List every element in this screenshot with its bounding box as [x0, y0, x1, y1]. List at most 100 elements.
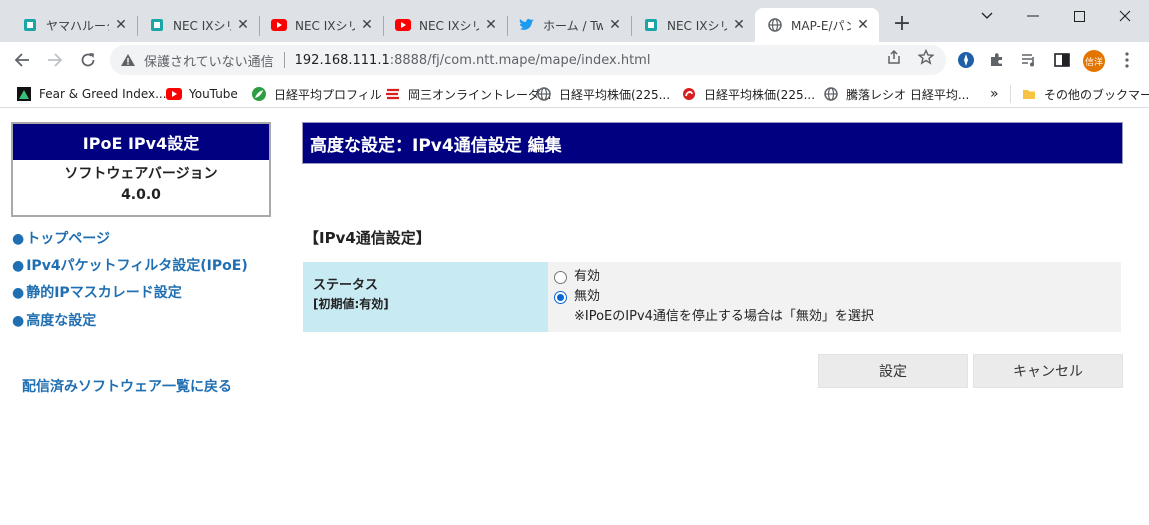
version-info: ソフトウェアバージョン 4.0.0 [13, 160, 269, 206]
bookmark-label: 日経平均プロフィル [274, 87, 382, 102]
maximize-button[interactable] [1056, 4, 1102, 28]
radio-option-disabled[interactable]: 無効 [554, 287, 1121, 307]
sidebar-item-advanced[interactable]: ● 高度な設定 [12, 310, 96, 330]
forward-arrow-icon[interactable] [43, 48, 67, 72]
divider [283, 52, 285, 68]
browser-tab[interactable]: ヤマハルーター ✕ [10, 8, 137, 42]
puzzle-icon[interactable] [987, 50, 1007, 70]
help-note: ※IPoEのIPv4通信を停止する場合は「無効」を選択 [574, 309, 874, 324]
sidebar-item-packet-filter[interactable]: ● IPv4パケットフィルタ設定(IPoE) [12, 255, 248, 275]
page-title: 高度な設定：IPv4通信設定 編集 [302, 122, 1123, 164]
bookmark-item[interactable]: YouTube [166, 85, 238, 103]
sidebar-title: IPoE IPv4設定 [13, 124, 269, 160]
tab-title: MAP-E/パン [791, 18, 851, 33]
bookmark-item[interactable]: Fear & Greed Index... [16, 85, 167, 103]
close-icon[interactable]: ✕ [359, 17, 375, 33]
sidebar-item-static-masquerade[interactable]: ● 静的IPマスカレード設定 [12, 282, 182, 302]
radio-button-checked[interactable] [554, 290, 567, 304]
radio-label: 無効 [574, 289, 601, 304]
tab-strip: ヤマハルーター ✕ NEC IXシリー ✕ NEC IXシリー ✕ NEC IX… [0, 0, 1149, 42]
page-icon [643, 17, 659, 33]
bookmark-item[interactable]: 岡三オンライントレーダ... [385, 85, 551, 103]
star-icon[interactable] [917, 48, 935, 66]
avatar[interactable]: 信洋 [1083, 50, 1105, 72]
url-text[interactable]: 192.168.111.1:8888/fj/com.ntt.mape/mape/… [295, 53, 651, 68]
bookmark-label: 日経平均株価(225... [559, 87, 671, 102]
address-bar[interactable]: 保護されていない通信 192.168.111.1:8888/fj/com.ntt… [110, 45, 946, 75]
back-arrow-icon[interactable] [10, 48, 34, 72]
bookmark-item[interactable]: 日経平均プロフィル [251, 85, 382, 103]
sidebar-item-label: 静的IPマスカレード設定 [26, 285, 182, 301]
side-panel-icon[interactable] [1052, 50, 1072, 70]
tab-title: NEC IXシリー [419, 18, 479, 33]
tab-title: NEC IXシリー [173, 18, 231, 33]
bookmark-item[interactable]: 日経平均株価(225... [681, 85, 815, 103]
browser-tab[interactable]: NEC IXシリー ✕ [631, 8, 755, 42]
browser-tab[interactable]: ホーム / Twit ✕ [507, 8, 631, 42]
kebab-menu-icon[interactable] [1117, 50, 1137, 70]
warning-icon[interactable] [120, 52, 136, 68]
reload-icon[interactable] [76, 48, 100, 72]
bookmark-label: YouTube [189, 87, 238, 101]
bookmark-label: Fear & Greed Index... [39, 87, 167, 101]
close-icon[interactable]: ✕ [731, 17, 747, 33]
globe-icon [823, 86, 839, 102]
security-label: 保護されていない通信 [144, 54, 274, 70]
url-host: 192.168.111.1 [294, 52, 390, 68]
bookmark-item[interactable]: 騰落レシオ 日経平均... [823, 85, 969, 103]
bullet-icon: ● [12, 313, 25, 329]
globe-icon [536, 86, 552, 102]
youtube-icon [166, 86, 182, 102]
radio-option-enabled[interactable]: 有効 [554, 267, 1121, 287]
close-icon[interactable]: ✕ [607, 17, 623, 33]
bullet-icon: ● [12, 231, 25, 247]
bookmark-label: 騰落レシオ 日経平均... [846, 87, 970, 102]
twitter-icon [519, 17, 535, 33]
new-tab-button[interactable]: + [890, 13, 914, 37]
status-default-note: [初期値:有効] [313, 297, 389, 311]
settings-table: ステータス [初期値:有効] 有効 無効 ※IPoEのIPv4通信を停止する場合… [303, 262, 1121, 332]
browser-tab[interactable]: NEC IXシリー ✕ [383, 8, 507, 42]
sidebar-item-top-page[interactable]: ● トップページ [12, 228, 110, 248]
close-icon[interactable]: ✕ [483, 17, 499, 33]
bullet-icon: ● [12, 258, 25, 274]
back-to-software-list-link[interactable]: 配信済みソフトウェア一覧に戻る [22, 376, 232, 396]
media-queue-icon[interactable] [1019, 50, 1039, 70]
chevron-down-icon[interactable] [964, 4, 1010, 28]
version-number: 4.0.0 [121, 187, 161, 203]
url-path: :8888/fj/com.ntt.mape/mape/index.html [389, 52, 651, 68]
cancel-button[interactable]: キャンセル [973, 354, 1123, 388]
version-label: ソフトウェアバージョン [64, 166, 218, 182]
sidebar-item-label: トップページ [26, 231, 110, 247]
other-bookmarks-folder[interactable]: その他のブックマーク [1021, 85, 1149, 103]
okasan-icon [385, 86, 401, 102]
radio-button[interactable] [554, 270, 567, 284]
chart-triangle-icon [16, 86, 32, 102]
browser-tab-active[interactable]: MAP-E/パン ✕ [755, 8, 879, 42]
sidebar-item-label: 高度な設定 [26, 313, 97, 329]
sidebar-header: IPoE IPv4設定 ソフトウェアバージョン 4.0.0 [11, 122, 271, 217]
extension-compass-icon[interactable] [956, 50, 976, 70]
minimize-button[interactable] [1010, 4, 1056, 28]
divider [1010, 85, 1011, 103]
share-icon[interactable] [885, 48, 903, 66]
bookmark-label: その他のブックマーク [1044, 87, 1149, 102]
close-icon[interactable]: ✕ [113, 17, 129, 33]
page-icon [149, 17, 165, 33]
bookmark-item[interactable]: 日経平均株価(225... [536, 85, 670, 103]
youtube-icon [395, 17, 411, 33]
browser-tab[interactable]: NEC IXシリー ✕ [137, 8, 259, 42]
browser-toolbar: 保護されていない通信 192.168.111.1:8888/fj/com.ntt… [0, 42, 1149, 78]
status-label: ステータス [313, 278, 379, 293]
sidebar-item-label: IPv4パケットフィルタ設定(IPoE) [26, 258, 248, 274]
bookmarks-bar: Fear & Greed Index... YouTube 日経平均プロフィル … [0, 78, 1149, 108]
submit-button[interactable]: 設定 [818, 354, 968, 388]
window-close-button[interactable] [1102, 4, 1148, 28]
tab-title: NEC IXシリー [295, 18, 355, 33]
more-bookmarks-button[interactable]: » [990, 85, 999, 103]
section-title: 【IPv4通信設定】 [304, 229, 431, 247]
close-icon[interactable]: ✕ [235, 17, 251, 33]
close-icon[interactable]: ✕ [855, 17, 871, 33]
browser-tab[interactable]: NEC IXシリー ✕ [259, 8, 383, 42]
bullet-icon: ● [12, 285, 25, 301]
